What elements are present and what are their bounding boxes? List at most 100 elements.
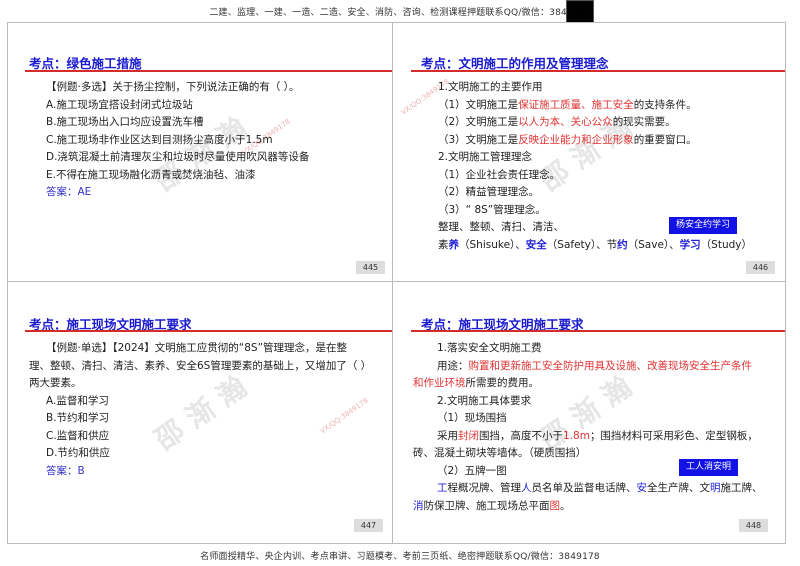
text-segment: ；围挡材料可采用彩色、定型钢板，	[589, 429, 758, 442]
text-line: （3）文明施工是反映企业能力和企业形象的重要窗口。	[421, 132, 771, 150]
text-line: 1.落实安全文明施工费	[413, 340, 771, 358]
text-segment: （1）企业社会责任理念。	[438, 168, 561, 181]
text-segment: 【例题·单选】【2024】文明施工应贯彻的“8S”管理理念，是在整	[46, 342, 348, 354]
text-segment: （1）现场围挡	[437, 412, 507, 424]
highlight-text: 反映企业能力和企业形象	[518, 133, 634, 146]
text-segment: （3）文明施工是	[438, 133, 519, 146]
text-line: 【例题·多选】关于扬尘控制，下列说法正确的有（ ）。	[29, 79, 379, 97]
highlight-text: 工	[437, 482, 448, 494]
text-segment: 2.文明施工管理理念	[438, 151, 533, 163]
text-segment: D.浇筑混凝土前清理灰尘和垃圾时尽量使用吹风器等设备	[46, 151, 310, 163]
text-segment: D.节约和供应	[46, 447, 110, 459]
text-line: 1.文明施工的主要作用	[421, 79, 771, 97]
highlight-text: 养	[448, 238, 460, 251]
text-segment: 围挡，高度不小于	[479, 429, 563, 442]
text-line: （2）文明施工是以人为本、关心公众的现实需要。	[421, 114, 771, 132]
highlight-text: 以人为本、关心公众	[518, 116, 613, 128]
highlight-text: 购置和更新施工安全防护用具及设施、改善现场安全生产条件	[468, 359, 753, 372]
text-segment: （Safety）、节	[546, 238, 618, 251]
text-line: E.不得在施工现场融化沥青或焚烧油毡、油漆	[29, 167, 379, 185]
slide-446: 考点：文明施工的作用及管理理念 邵 渐 瀚 VX/QQ:3849178 1.文明…	[392, 22, 786, 283]
text-segment: 理、整顿、清扫、清洁、素养、安全6S管理要素的基础上，又增加了（ ）	[29, 359, 372, 372]
text-segment: （Shisuke）、	[459, 238, 526, 251]
text-line: （1）企业社会责任理念。	[421, 167, 771, 185]
tag-button[interactable]: 工人消安明	[679, 459, 738, 476]
text-line: A.监督和学习	[29, 393, 379, 411]
highlight-text: 约	[617, 238, 628, 251]
text-line: 【例题·单选】【2024】文明施工应贯彻的“8S”管理理念，是在整	[29, 340, 379, 358]
slide-447: 考点：施工现场文明施工要求 邵 渐 瀚 VX/QQ:3849178 【例题·单选…	[7, 281, 394, 544]
text-line: 工程概况牌、管理人员名单及监督电话牌、安全生产牌、文明施工牌、	[413, 480, 771, 498]
page-number: 445	[356, 261, 385, 274]
text-line: C.施工现场非作业区达到目测扬尘高度小于1.5m	[29, 132, 379, 150]
text-line: 素养（Shisuke）、安全（Safety）、节约（Save）、学习（Study…	[421, 237, 771, 255]
text-segment: 所需要的费用。	[465, 377, 540, 389]
answer-text: 答案：AE	[46, 186, 92, 198]
text-segment: （Save）、	[627, 238, 680, 251]
footer-banner: 名师面授精华、央企内训、考点串讲、习题模考、考前三页纸、绝密押题联系QQ/微信：…	[200, 552, 600, 562]
highlight-text: 学习	[679, 238, 701, 251]
text-segment: C.施工现场非作业区达到目测扬尘高度小于1.5m	[46, 133, 273, 146]
heading-divider	[25, 330, 393, 332]
text-segment: E.不得在施工现场融化沥青或焚烧油毡、油漆	[46, 168, 256, 181]
text-segment: （2）精益管理理念。	[438, 186, 540, 198]
highlight-text: 1.8m	[563, 429, 590, 442]
tag-button[interactable]: 杨安全约学习	[669, 217, 737, 234]
slide-body: 1.落实安全文明施工费 用途：购置和更新施工安全防护用具及设施、改善现场安全生产条…	[413, 340, 771, 515]
text-segment: 员名单及监督电话牌、	[531, 482, 637, 494]
highlight-text: 安	[636, 482, 648, 494]
text-segment: 的现实需要。	[612, 116, 676, 128]
text-line: A.施工现场宜搭设封闭式垃圾站	[29, 97, 379, 115]
text-segment: 【例题·多选】关于扬尘控制，下列说法正确的有（ ）。	[46, 81, 300, 93]
text-line: 答案：AE	[29, 184, 379, 202]
slide-448: 考点：施工现场文明施工要求 邵 渐 瀚 1.落实安全文明施工费 用途：购置和更新施…	[392, 281, 786, 544]
text-line: B.节约和学习	[29, 410, 379, 428]
text-line: （2）精益管理理念。	[421, 184, 771, 202]
text-segment: 的支持条件。	[633, 98, 697, 111]
text-segment: 1.文明施工的主要作用	[438, 81, 543, 93]
header-banner: 二建、监理、一建、一造、二造、安全、消防、咨询、检测课程押题联系QQ/微信：38…	[209, 8, 591, 18]
text-line: C.监督和供应	[29, 428, 379, 446]
text-segment: 全生产牌、文	[647, 482, 710, 494]
text-segment: （2）文明施工是	[438, 116, 519, 128]
text-segment: 素	[438, 238, 449, 251]
text-segment: 两大要素。	[29, 377, 82, 389]
heading-divider	[411, 330, 785, 332]
text-segment: 的重要窗口。	[633, 133, 697, 146]
text-line: 答案：B	[29, 463, 379, 481]
text-segment: A.监督和学习	[46, 394, 109, 407]
text-line: （1）现场围挡	[413, 410, 771, 428]
text-segment: 用途：	[437, 359, 469, 372]
text-segment: 2.文明施工具体要求	[437, 394, 532, 407]
text-line: 采用封闭围挡，高度不小于1.8m；围挡材料可采用彩色、定型钢板，	[413, 428, 771, 446]
text-line: 2.文明施工具体要求	[413, 393, 771, 411]
highlight-text: 安全	[525, 238, 547, 251]
highlight-text: 封闭	[458, 429, 479, 442]
text-segment: C.监督和供应	[46, 429, 110, 442]
slide-body: 【例题·单选】【2024】文明施工应贯彻的“8S”管理理念，是在整理、整顿、清扫…	[29, 340, 379, 480]
text-segment: A.施工现场宜搭设封闭式垃圾站	[46, 98, 193, 111]
text-segment: （3）“ 8S”管理理念。	[438, 203, 546, 216]
highlight-text: 人	[521, 482, 532, 494]
highlight-text: 消	[413, 499, 424, 512]
text-line: 两大要素。	[29, 375, 379, 393]
text-segment: 整理、整顿、清扫、清洁、	[438, 221, 564, 233]
slide-body: 【例题·多选】关于扬尘控制，下列说法正确的有（ ）。 A.施工现场宜搭设封闭式垃圾…	[29, 79, 379, 202]
page-number: 447	[354, 519, 383, 532]
highlight-text: 保证施工质量、施工安全	[518, 98, 634, 111]
highlight-text: 和作业环境	[413, 377, 466, 389]
text-line: 和作业环境所需要的费用。	[413, 375, 771, 393]
text-line: （1）文明施工是保证施工质量、施工安全的支持条件。	[421, 97, 771, 115]
text-segment: 。	[560, 499, 571, 512]
text-segment: 防保卫牌、施工现场总平面	[423, 499, 550, 512]
slide-445: 考点：绿色施工措施 邵 渐 瀚 VX/QQ:3849178 【例题·多选】关于扬…	[7, 22, 394, 283]
heading-divider	[411, 70, 785, 72]
text-line: B.施工现场出入口均应设置洗车槽	[29, 114, 379, 132]
text-segment: （2）五牌一图	[437, 464, 507, 477]
answer-text: 答案：B	[46, 464, 85, 477]
text-segment: （1）文明施工是	[438, 98, 519, 111]
text-line: D.浇筑混凝土前清理灰尘和垃圾时尽量使用吹风器等设备	[29, 149, 379, 167]
text-segment: 施工牌、	[720, 482, 763, 494]
page-number: 446	[746, 261, 775, 274]
text-segment: 采用	[437, 429, 458, 442]
